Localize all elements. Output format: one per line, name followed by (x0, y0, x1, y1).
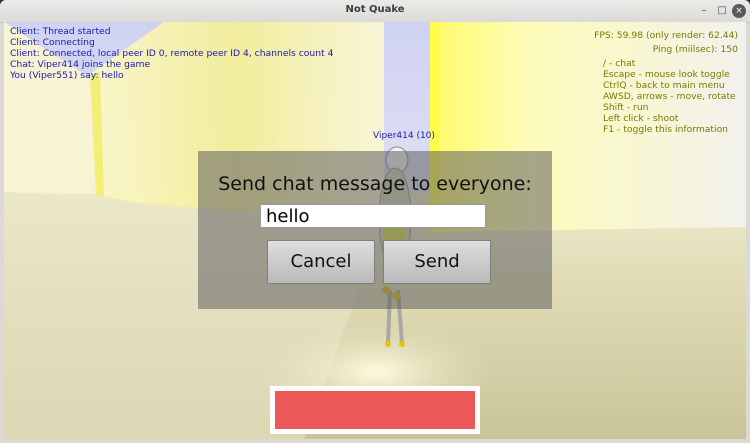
cancel-button[interactable]: Cancel (267, 240, 375, 284)
ping-readout: Ping (miilsec): 150 (652, 44, 738, 55)
health-bar-frame (270, 386, 480, 434)
chat-log-line: Client: Thread started (10, 26, 111, 37)
help-line: Left click - shoot (603, 113, 679, 124)
chat-message-input[interactable]: hello (260, 204, 486, 228)
help-line: Shift - run (603, 102, 649, 113)
help-line: AWSD, arrows - move, rotate (603, 91, 736, 102)
fps-readout: FPS: 59.98 (only render: 62.44) (594, 30, 738, 41)
window-titlebar[interactable]: Not Quake – □ × (0, 0, 750, 23)
minimize-icon[interactable]: – (697, 4, 711, 18)
chat-dialog: Send chat message to everyone: hello Can… (198, 151, 552, 309)
chat-log: Client: Thread started Client: Connectin… (10, 26, 333, 81)
help-line: F1 - toggle this information (603, 124, 729, 135)
chat-log-line: You (Viper551) say: hello (10, 70, 124, 81)
maximize-icon[interactable]: □ (715, 4, 729, 18)
chat-log-line: Chat: Viper414 joins the game (10, 59, 151, 70)
player-name-label: Viper414 (10) (373, 131, 435, 141)
chat-log-line: Client: Connecting (10, 37, 95, 48)
stats-panel: FPS: 59.98 (only render: 62.44) Ping (mi… (594, 30, 738, 55)
close-icon[interactable]: × (732, 4, 746, 18)
help-line: CtrlQ - back to main menu (603, 80, 725, 91)
help-panel: / - chat Escape - mouse look toggle Ctrl… (603, 58, 736, 135)
chat-log-line: Client: Connected, local peer ID 0, remo… (10, 48, 334, 59)
game-window: Not Quake – □ × Client: Thread started C… (0, 0, 750, 443)
game-viewport[interactable]: Client: Thread started Client: Connectin… (4, 22, 746, 439)
window-title: Not Quake (345, 4, 405, 15)
help-line: / - chat (603, 58, 636, 69)
help-line: Escape - mouse look toggle (603, 69, 730, 80)
chat-dialog-title: Send chat message to everyone: (218, 173, 532, 195)
send-button[interactable]: Send (383, 240, 491, 284)
health-bar-fill (275, 391, 475, 429)
